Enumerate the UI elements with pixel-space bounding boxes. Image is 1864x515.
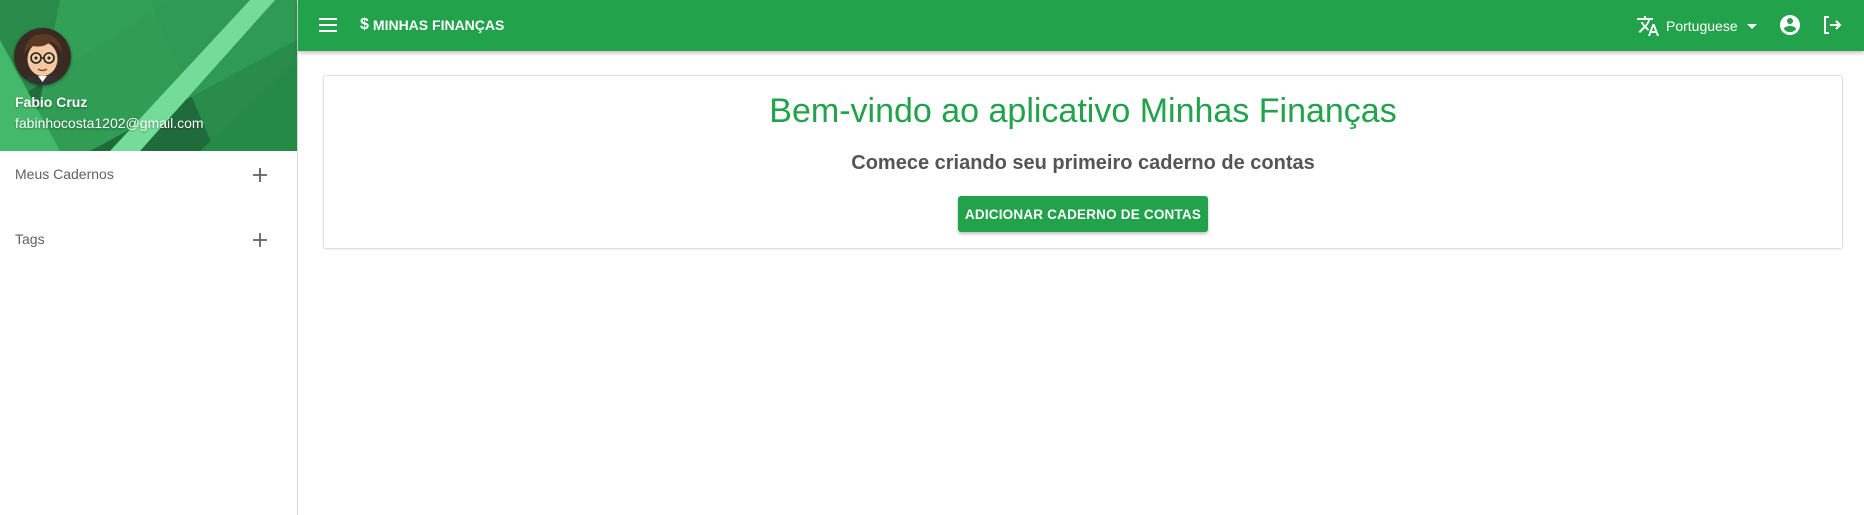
translate-icon	[1637, 15, 1659, 36]
profile-name: Fabio Cruz	[15, 94, 88, 110]
sidebar-notebooks-label: Meus Cadernos	[15, 166, 114, 182]
cartoon-avatar-icon	[14, 28, 71, 85]
menu-button[interactable]	[316, 13, 340, 37]
hamburger-menu-icon	[319, 18, 337, 32]
dollar-icon: $	[360, 16, 369, 33]
chevron-down-icon	[1746, 23, 1757, 29]
app-title: MINHAS FINANÇAS	[372, 17, 505, 33]
app-brand[interactable]: $ MINHAS FINANÇAS	[360, 16, 504, 34]
language-value: Portuguese	[1666, 17, 1738, 34]
add-notebook-icon[interactable]	[248, 163, 272, 187]
plus-icon	[253, 168, 267, 182]
profile-header: Fabio Cruz fabinhocosta1202@gmail.com	[0, 0, 297, 151]
language-select[interactable]: Portuguese	[1636, 12, 1764, 39]
add-tag-icon[interactable]	[248, 228, 272, 252]
user-avatar[interactable]	[14, 28, 71, 85]
welcome-title: Bem-vindo ao aplicativo Minhas Finanças	[769, 92, 1397, 130]
welcome-card: Bem-vindo ao aplicativo Minhas Finanças …	[323, 75, 1843, 249]
sidebar-section-notebooks: Meus Cadernos	[0, 157, 297, 193]
add-notebook-button[interactable]: ADICIONAR CADERNO DE CONTAS	[958, 196, 1208, 232]
sidebar: Fabio Cruz fabinhocosta1202@gmail.com Me…	[0, 0, 298, 515]
plus-icon	[253, 233, 267, 247]
sidebar-tags-label: Tags	[15, 231, 45, 247]
sidebar-section-tags: Tags	[0, 222, 297, 258]
account-circle-icon	[1780, 15, 1800, 35]
top-app-bar: $ MINHAS FINANÇAS Portuguese	[298, 0, 1864, 51]
welcome-subtitle: Comece criando seu primeiro caderno de c…	[851, 152, 1315, 174]
app-root: Fabio Cruz fabinhocosta1202@gmail.com Me…	[0, 0, 1864, 515]
profile-email: fabinhocosta1202@gmail.com	[15, 115, 204, 131]
logout-button[interactable]	[1820, 13, 1844, 37]
account-button[interactable]	[1778, 13, 1802, 37]
logout-icon	[1824, 16, 1842, 34]
